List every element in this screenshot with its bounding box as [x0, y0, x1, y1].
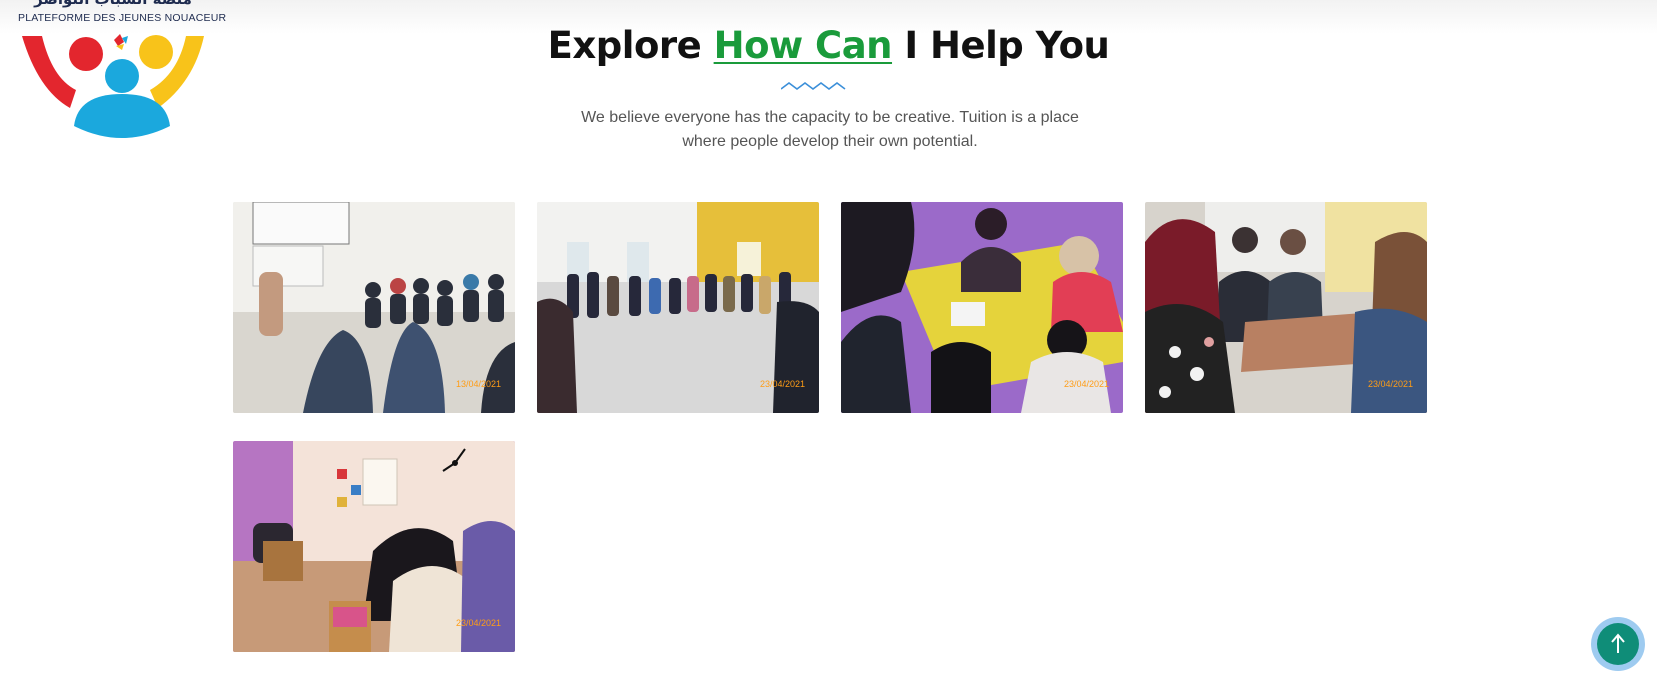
gallery-photo-1[interactable]: 13/04/2021 — [233, 202, 515, 413]
photo-date: 13/04/2021 — [455, 379, 501, 389]
section-intro: We believe everyone has the capacity to … — [581, 109, 1079, 150]
photo-date: 23/04/2021 — [1367, 379, 1413, 389]
back-to-top-button[interactable] — [1591, 617, 1645, 671]
site-logo[interactable]: منصة الشباب النواصر PLATEFORME DES JEUNE… — [12, 0, 227, 140]
arrow-up-icon — [1611, 633, 1625, 653]
logo-french-text: PLATEFORME DES JEUNES NOUACEUR — [18, 12, 227, 24]
photo-date: 23/04/2021 — [455, 618, 501, 628]
gallery-photo-4[interactable]: 23/04/2021 — [1145, 202, 1427, 413]
title-end: I Help You — [892, 24, 1110, 67]
logo-arabic-text: منصة الشباب النواصر — [18, 0, 208, 8]
back-to-top-inner — [1597, 623, 1639, 665]
photo-date: 23/04/2021 — [1063, 379, 1109, 389]
gallery-photo-3[interactable]: 23/04/2021 — [841, 202, 1123, 413]
wave-divider-icon — [781, 82, 846, 90]
photo-date: 23/04/2021 — [759, 379, 805, 389]
title-accent: How Can — [713, 24, 893, 67]
section-title: Explore How Can I Help You — [0, 24, 1657, 67]
gallery-photo-2[interactable]: 23/04/2021 — [537, 202, 819, 413]
title-start: Explore — [547, 24, 714, 67]
gallery-photo-5[interactable]: 23/04/2021 — [233, 441, 515, 652]
